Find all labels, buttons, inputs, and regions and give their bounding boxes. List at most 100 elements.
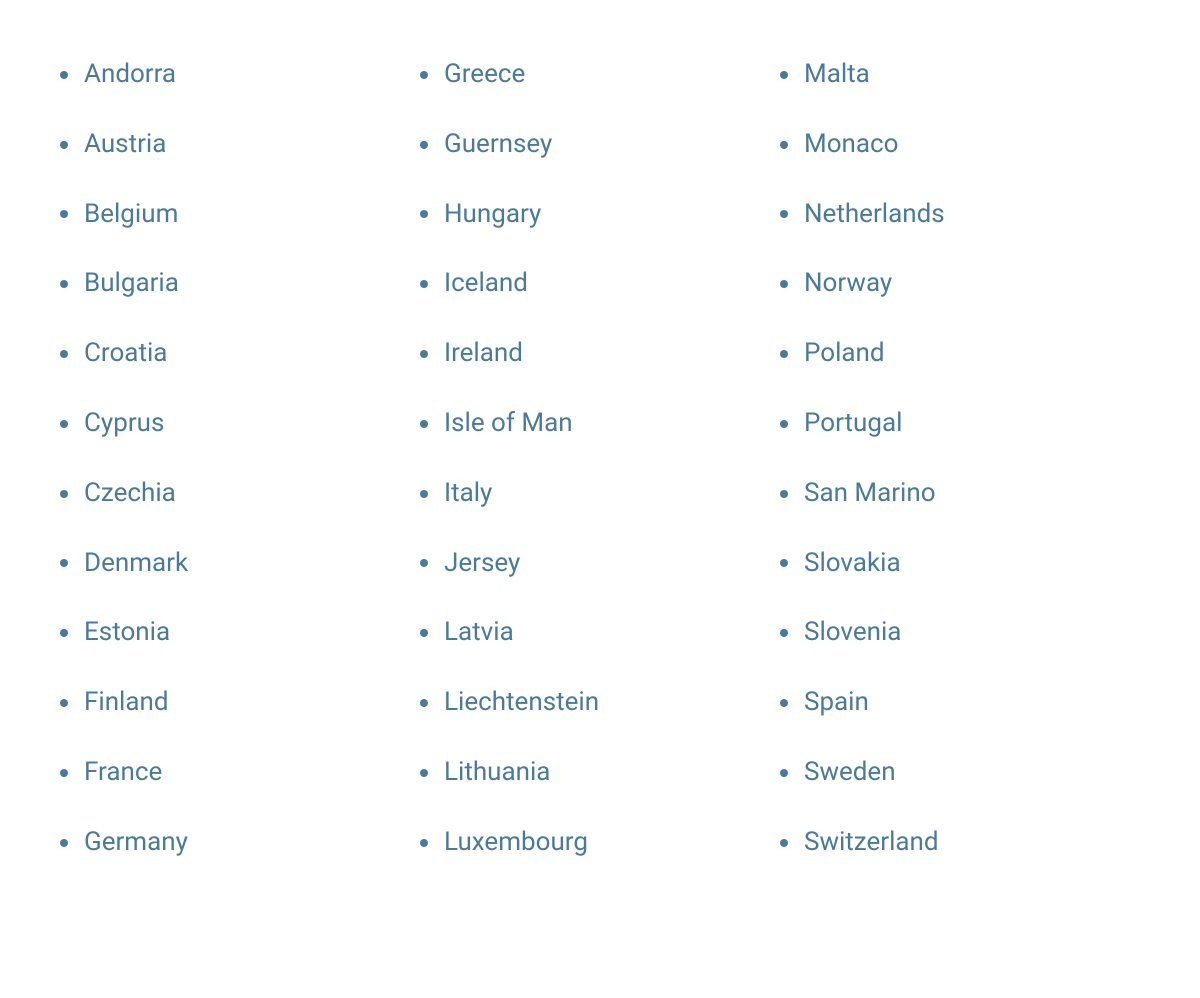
- list-item: Estonia: [60, 598, 420, 668]
- bullet-icon: [420, 71, 428, 79]
- bullet-icon: [420, 420, 428, 428]
- bullet-icon: [60, 280, 68, 288]
- country-list: Andorra Austria Belgium Bulgaria Croatia Cypr…: [60, 40, 1140, 878]
- bullet-icon: [780, 769, 788, 777]
- country-name: Latvia: [444, 616, 514, 650]
- bullet-icon: [420, 769, 428, 777]
- bullet-icon: [420, 699, 428, 707]
- bullet-icon: [420, 280, 428, 288]
- country-name: San Marino: [804, 477, 936, 511]
- list-item: Hungary: [420, 180, 780, 250]
- country-name: Bulgaria: [84, 267, 179, 301]
- country-name: Portugal: [804, 407, 902, 441]
- list-item: Portugal: [780, 389, 1140, 459]
- country-name: Sweden: [804, 756, 896, 790]
- bullet-icon: [780, 839, 788, 847]
- bullet-icon: [60, 71, 68, 79]
- list-item: Denmark: [60, 529, 420, 599]
- bullet-icon: [60, 559, 68, 567]
- country-name: Denmark: [84, 547, 188, 581]
- list-item: Malta: [780, 40, 1140, 110]
- list-item: Slovakia: [780, 529, 1140, 599]
- country-name: Norway: [804, 267, 892, 301]
- bullet-icon: [780, 210, 788, 218]
- bullet-icon: [420, 210, 428, 218]
- list-item: Lithuania: [420, 738, 780, 808]
- list-item: Luxembourg: [420, 808, 780, 878]
- list-item: Monaco: [780, 110, 1140, 180]
- list-item: Norway: [780, 249, 1140, 319]
- list-item: Cyprus: [60, 389, 420, 459]
- bullet-icon: [780, 141, 788, 149]
- country-name: Poland: [804, 337, 885, 371]
- list-item: Belgium: [60, 180, 420, 250]
- country-name: Finland: [84, 686, 169, 720]
- list-item: Netherlands: [780, 180, 1140, 250]
- bullet-icon: [420, 490, 428, 498]
- country-name: Luxembourg: [444, 826, 588, 860]
- country-name: Ireland: [444, 337, 523, 371]
- list-item: Ireland: [420, 319, 780, 389]
- country-name: Isle of Man: [444, 407, 573, 441]
- list-item: Croatia: [60, 319, 420, 389]
- country-name: Slovakia: [804, 547, 901, 581]
- country-name: Monaco: [804, 128, 898, 162]
- list-item: Liechtenstein: [420, 668, 780, 738]
- list-item: Switzerland: [780, 808, 1140, 878]
- bullet-icon: [420, 839, 428, 847]
- country-name: Liechtenstein: [444, 686, 599, 720]
- bullet-icon: [420, 350, 428, 358]
- country-name: Lithuania: [444, 756, 550, 790]
- bullet-icon: [780, 420, 788, 428]
- bullet-icon: [60, 420, 68, 428]
- bullet-icon: [60, 210, 68, 218]
- bullet-icon: [780, 559, 788, 567]
- country-name: Belgium: [84, 198, 178, 232]
- list-item: Guernsey: [420, 110, 780, 180]
- bullet-icon: [420, 629, 428, 637]
- list-item: Sweden: [780, 738, 1140, 808]
- list-item: Finland: [60, 668, 420, 738]
- bullet-icon: [60, 629, 68, 637]
- column-3: Malta Monaco Netherlands Norway Poland Portug…: [780, 40, 1140, 878]
- bullet-icon: [780, 629, 788, 637]
- list-item: Latvia: [420, 598, 780, 668]
- list-item: France: [60, 738, 420, 808]
- bullet-icon: [780, 490, 788, 498]
- country-name: Slovenia: [804, 616, 901, 650]
- country-name: Italy: [444, 477, 492, 511]
- bullet-icon: [60, 699, 68, 707]
- list-item: Czechia: [60, 459, 420, 529]
- bullet-icon: [780, 699, 788, 707]
- list-item: Poland: [780, 319, 1140, 389]
- country-name: France: [84, 756, 162, 790]
- list-item: Slovenia: [780, 598, 1140, 668]
- country-name: Iceland: [444, 267, 528, 301]
- list-item: Greece: [420, 40, 780, 110]
- country-name: Cyprus: [84, 407, 164, 441]
- list-item: Andorra: [60, 40, 420, 110]
- country-name: Austria: [84, 128, 166, 162]
- list-item: Iceland: [420, 249, 780, 319]
- bullet-icon: [60, 490, 68, 498]
- list-item: Isle of Man: [420, 389, 780, 459]
- bullet-icon: [780, 71, 788, 79]
- country-name: Andorra: [84, 58, 176, 92]
- list-item: Italy: [420, 459, 780, 529]
- country-name: Greece: [444, 58, 525, 92]
- country-name: Jersey: [444, 547, 520, 581]
- bullet-icon: [780, 280, 788, 288]
- country-name: Hungary: [444, 198, 541, 232]
- country-name: Guernsey: [444, 128, 552, 162]
- country-name: Croatia: [84, 337, 167, 371]
- list-item: Spain: [780, 668, 1140, 738]
- country-name: Malta: [804, 58, 870, 92]
- country-name: Netherlands: [804, 198, 945, 232]
- country-name: Estonia: [84, 616, 170, 650]
- country-name: Czechia: [84, 477, 176, 511]
- bullet-icon: [780, 350, 788, 358]
- list-item: Bulgaria: [60, 249, 420, 319]
- country-name: Germany: [84, 826, 188, 860]
- bullet-icon: [60, 141, 68, 149]
- bullet-icon: [60, 839, 68, 847]
